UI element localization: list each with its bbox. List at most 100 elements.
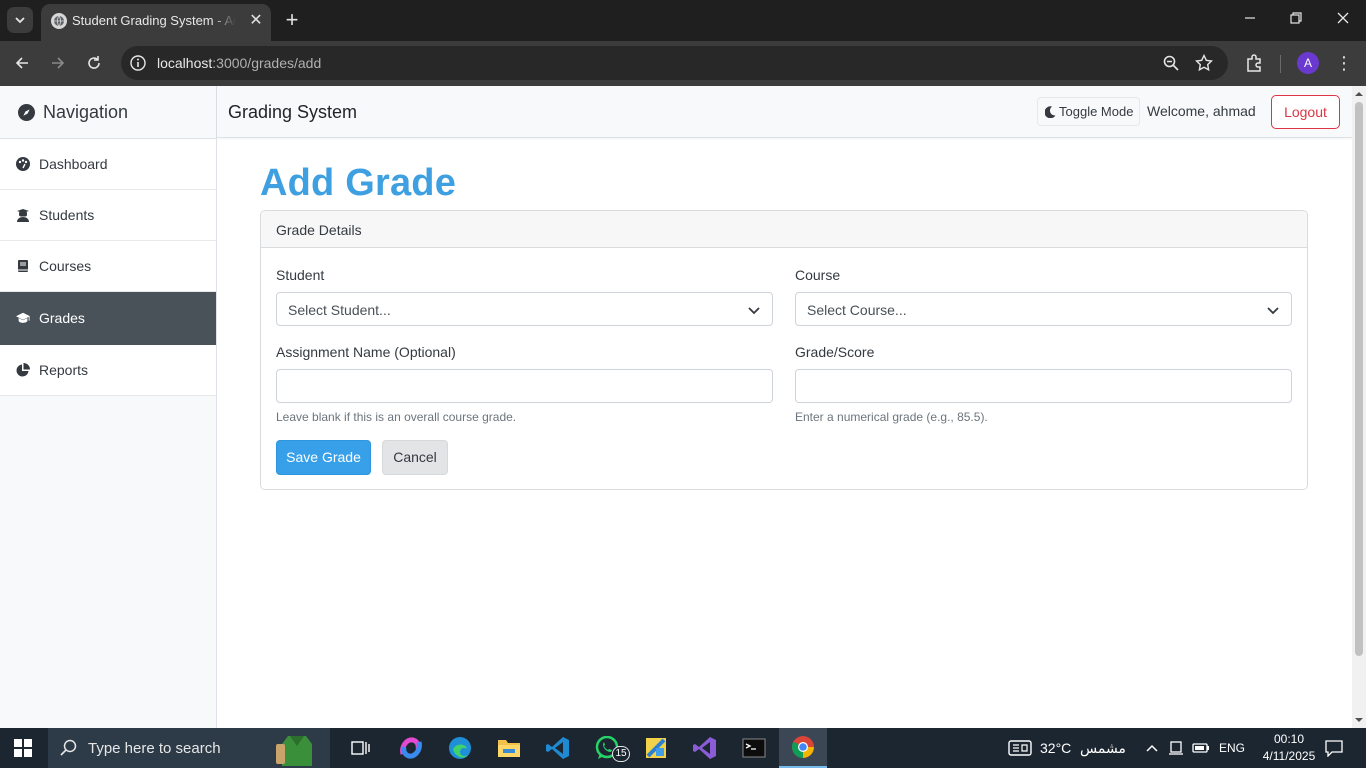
globe-icon	[51, 13, 67, 29]
extensions-puzzle-icon[interactable]	[1244, 53, 1264, 73]
vscode-icon[interactable]	[544, 734, 572, 762]
compass-icon	[18, 103, 35, 121]
page-scrollbar[interactable]	[1352, 86, 1366, 728]
file-explorer-icon[interactable]	[495, 734, 523, 762]
windows-start-icon[interactable]	[14, 739, 32, 757]
address-bar[interactable]: localhost:3000/grades/add	[121, 46, 1228, 80]
zoom-icon[interactable]	[1162, 54, 1180, 72]
weather-description[interactable]: مشمس	[1080, 740, 1126, 757]
card-header: Grade Details	[261, 211, 1307, 248]
visual-studio-icon[interactable]	[691, 734, 719, 762]
chrome-taskbar-icon[interactable]	[779, 728, 827, 768]
toggle-mode-button[interactable]: Toggle Mode	[1037, 97, 1140, 126]
save-grade-button[interactable]: Save Grade	[276, 440, 371, 475]
python-idle-icon[interactable]	[642, 734, 670, 762]
student-label: Student	[276, 267, 325, 283]
weather-widget-icon[interactable]	[1008, 739, 1032, 757]
scroll-up-arrow-icon[interactable]	[1355, 90, 1363, 98]
browser-menu-icon[interactable]: ⋮	[1335, 53, 1353, 73]
task-view-icon[interactable]	[347, 734, 375, 762]
toggle-mode-label: Toggle Mode	[1059, 104, 1134, 119]
close-window-icon[interactable]	[1333, 9, 1353, 31]
restore-icon[interactable]	[1286, 9, 1306, 31]
tab-close-icon[interactable]: ✕	[247, 12, 265, 30]
reload-icon[interactable]	[82, 51, 106, 75]
chevron-down-icon	[15, 17, 25, 24]
assignment-help-text: Leave blank if this is an overall course…	[276, 410, 517, 424]
main-content: Add Grade Grade Details Student Select S…	[217, 138, 1352, 728]
search-highlight-decoration-icon	[276, 736, 312, 766]
moon-icon	[1045, 105, 1056, 118]
edge-browser-icon[interactable]	[446, 734, 474, 762]
welcome-text: Welcome, ahmad	[1147, 103, 1256, 119]
forward-arrow-icon[interactable]	[46, 51, 70, 75]
course-label: Course	[795, 267, 841, 283]
web-page: Navigation Dashboard Students Courses Gr	[0, 86, 1352, 728]
grade-form-card: Grade Details Student Select Student... …	[260, 210, 1308, 490]
sidebar: Navigation Dashboard Students Courses Gr	[0, 86, 217, 728]
browser-tabbar: Student Grading System - Add Grade ✕ +	[0, 0, 1366, 41]
sidebar-item-courses[interactable]: Courses	[0, 241, 216, 292]
search-icon	[60, 739, 77, 756]
grade-score-input[interactable]	[795, 369, 1292, 403]
logout-button[interactable]: Logout	[1271, 95, 1340, 129]
chevron-down-icon	[1267, 307, 1279, 315]
sidebar-item-reports[interactable]: Reports	[0, 345, 216, 396]
sidebar-title: Navigation	[43, 101, 129, 122]
terminal-icon[interactable]	[740, 734, 768, 762]
scroll-down-arrow-icon[interactable]	[1355, 716, 1363, 724]
sidebar-item-label: Dashboard	[39, 156, 108, 172]
tray-chevron-up-icon[interactable]	[1145, 739, 1159, 757]
taskbar-search-box[interactable]: Type here to search	[48, 728, 330, 768]
tab-search-button[interactable]	[7, 7, 33, 33]
profile-avatar[interactable]: A	[1297, 52, 1319, 74]
back-arrow-icon[interactable]	[10, 51, 34, 75]
browser-toolbar: localhost:3000/grades/add A ⋮	[0, 41, 1366, 86]
network-icon[interactable]	[1168, 739, 1184, 757]
sidebar-item-grades[interactable]: Grades	[0, 292, 216, 345]
sidebar-item-label: Reports	[39, 362, 89, 378]
battery-icon[interactable]	[1192, 739, 1210, 757]
scrollbar-thumb[interactable]	[1355, 102, 1363, 656]
chevron-down-icon	[748, 307, 760, 315]
assignment-name-label: Assignment Name (Optional)	[276, 344, 456, 360]
whatsapp-unread-badge: 15	[612, 746, 630, 762]
sidebar-item-dashboard[interactable]: Dashboard	[0, 139, 216, 190]
pie-chart-icon	[16, 363, 30, 377]
sidebar-item-label: Courses	[39, 258, 92, 274]
student-select-value: Select Student...	[288, 302, 391, 318]
url-text: localhost:3000/grades/add	[157, 55, 322, 71]
grade-score-label: Grade/Score	[795, 344, 875, 360]
grade-help-text: Enter a numerical grade (e.g., 85.5).	[795, 410, 988, 424]
course-select-value: Select Course...	[807, 302, 907, 318]
new-tab-plus-icon[interactable]: +	[282, 9, 302, 31]
navbar-brand[interactable]: Grading System	[228, 102, 357, 123]
site-info-icon[interactable]	[129, 54, 147, 72]
windows-taskbar: Type here to search	[0, 728, 1366, 768]
clock-time[interactable]: 00:10	[1268, 732, 1310, 746]
language-indicator[interactable]: ENG	[1219, 741, 1245, 755]
top-navbar: Grading System Toggle Mode Welcome, ahma…	[217, 86, 1352, 138]
sidebar-item-label: Grades	[39, 310, 85, 326]
weather-temperature[interactable]: 32°C	[1040, 740, 1071, 756]
cancel-button[interactable]: Cancel	[382, 440, 448, 475]
clock-date[interactable]: 4/11/2025	[1254, 749, 1324, 763]
user-graduate-icon	[16, 208, 30, 222]
toolbar-divider	[1280, 55, 1281, 73]
assignment-name-input[interactable]	[276, 369, 773, 403]
book-icon	[16, 259, 30, 273]
graduation-cap-icon	[16, 311, 30, 325]
course-select[interactable]: Select Course...	[795, 292, 1292, 326]
palette-icon	[16, 157, 30, 171]
minimize-icon[interactable]	[1240, 9, 1260, 31]
search-placeholder: Type here to search	[88, 740, 221, 757]
notifications-icon[interactable]	[1324, 739, 1344, 757]
sidebar-item-students[interactable]: Students	[0, 190, 216, 241]
student-select[interactable]: Select Student...	[276, 292, 773, 326]
sidebar-item-label: Students	[39, 207, 95, 223]
browser-tab-active[interactable]: Student Grading System - Add Grade ✕	[41, 4, 271, 41]
page-title: Add Grade	[260, 162, 457, 204]
copilot-icon[interactable]	[397, 734, 425, 762]
sidebar-header: Navigation	[0, 86, 216, 139]
bookmark-star-icon[interactable]	[1194, 53, 1214, 72]
